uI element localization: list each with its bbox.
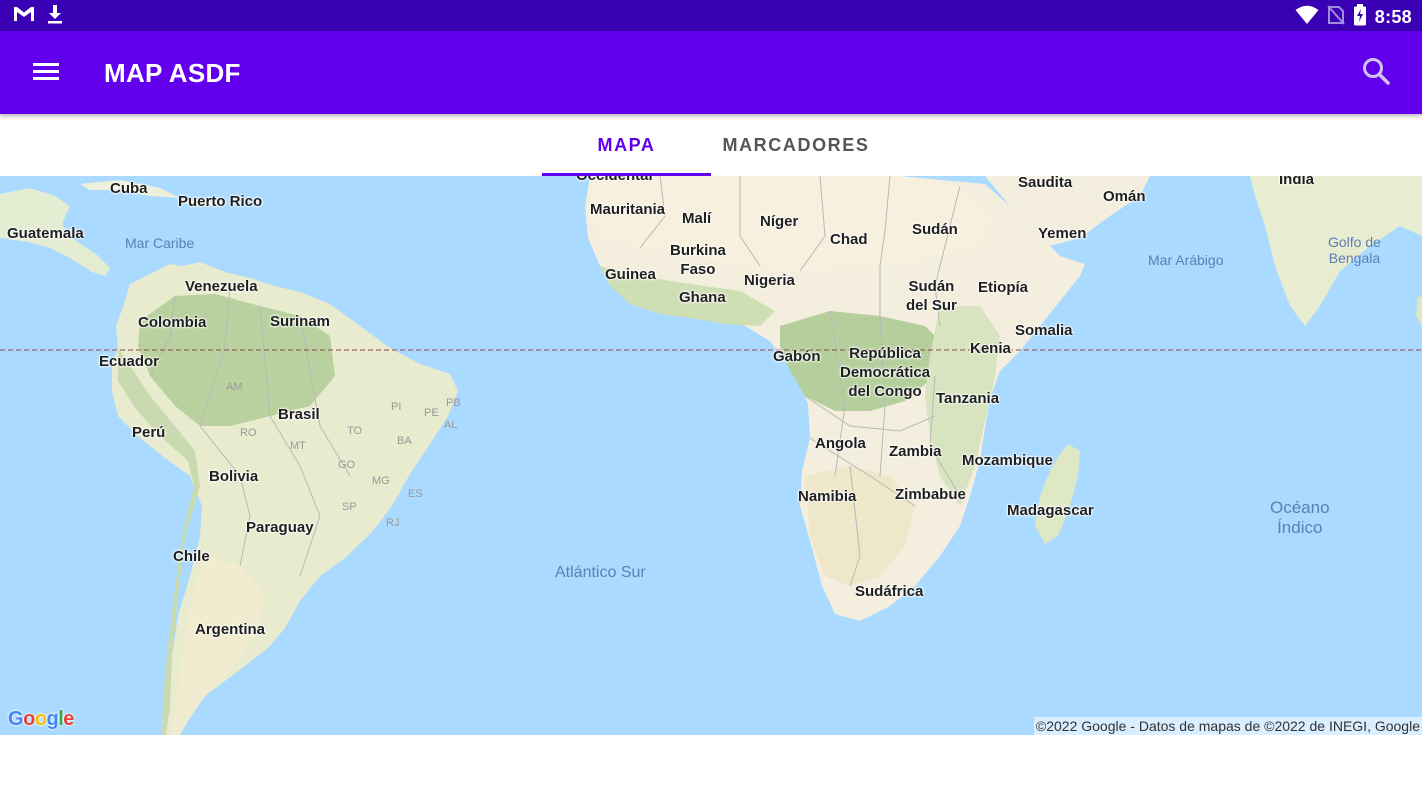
state-code: ES: [408, 488, 423, 500]
sri-lanka: [1416, 296, 1422, 326]
label-zambia: Zambia: [889, 443, 942, 460]
tab-mapa[interactable]: MAPA: [542, 114, 711, 176]
label-namibia: Namibia: [798, 488, 857, 505]
label-mozambique: Mozambique: [962, 452, 1053, 469]
label-oceano-line2: Índico: [1277, 518, 1323, 537]
google-letter-g2: g: [46, 708, 59, 730]
label-rd-congo-line3: del Congo: [848, 383, 922, 400]
label-mar-arabigo: Mar Arábigo: [1148, 252, 1224, 268]
wifi-icon: [1295, 5, 1319, 30]
state-code: PE: [424, 407, 439, 419]
label-chad: Chad: [830, 231, 868, 248]
state-code: TO: [347, 425, 363, 437]
label-guatemala: Guatemala: [7, 225, 84, 242]
state-code: PI: [391, 401, 402, 413]
map-attribution[interactable]: ©2022 Google - Datos de mapas de ©2022 d…: [1033, 717, 1422, 735]
google-letter-g: G: [8, 708, 24, 730]
label-somalia: Somalia: [1015, 322, 1073, 339]
label-rd-congo: República Democrática del Congo: [840, 344, 930, 401]
label-sudafrica: Sudáfrica: [855, 583, 924, 600]
map-view[interactable]: Cuba Puerto Rico Guatemala Venezuela Col…: [0, 176, 1422, 735]
search-button[interactable]: [1352, 51, 1400, 95]
state-code: SP: [342, 501, 357, 513]
label-etiopia: Etiopía: [978, 279, 1029, 296]
hamburger-menu-icon: [33, 61, 59, 86]
label-mali: Malí: [682, 210, 712, 227]
label-india: India: [1279, 176, 1315, 188]
label-puerto-rico: Puerto Rico: [178, 193, 263, 210]
google-logo: Google: [8, 708, 74, 731]
label-chile: Chile: [173, 548, 210, 565]
app-bar: MAP ASDF: [0, 31, 1422, 114]
label-oman: Omán: [1103, 188, 1146, 205]
status-time: 8:58: [1374, 7, 1412, 27]
state-code: MT: [290, 440, 306, 452]
label-madagascar: Madagascar: [1007, 502, 1094, 519]
label-venezuela: Venezuela: [185, 278, 258, 295]
label-guinea: Guinea: [605, 266, 656, 283]
status-bar: 8:58: [0, 0, 1422, 31]
label-sudan: Sudán: [912, 221, 958, 238]
label-occidental: Occidental: [576, 176, 653, 185]
label-burkina-line1: Burkina: [670, 242, 726, 259]
battery-charging-icon: [1353, 4, 1367, 31]
state-code: RJ: [386, 517, 400, 529]
label-paraguay: Paraguay: [246, 519, 314, 536]
status-right-icons: 8:58: [1295, 4, 1412, 31]
state-code: AL: [444, 419, 458, 431]
label-zimbabue: Zimbabue: [895, 486, 966, 503]
label-bolivia: Bolivia: [209, 468, 259, 485]
tab-marcadores[interactable]: MARCADORES: [711, 114, 881, 176]
google-letter-o1: o: [23, 708, 35, 730]
search-icon: [1361, 56, 1391, 91]
label-mar-caribe: Mar Caribe: [125, 235, 195, 251]
label-sudan-del-sur-line1: Sudán: [908, 278, 955, 295]
state-code: AM: [226, 381, 243, 393]
google-letter-o2: o: [34, 708, 47, 730]
label-yemen: Yemen: [1038, 225, 1087, 242]
label-ghana: Ghana: [679, 289, 726, 306]
label-oceano-line1: Océano: [1270, 498, 1330, 517]
label-tanzania: Tanzania: [936, 390, 1000, 407]
label-kenia: Kenia: [970, 340, 1011, 357]
label-golfo-de-bengala: Golfo de Bengala: [1328, 234, 1381, 266]
gmail-icon: [12, 5, 36, 28]
label-saudita: Saudita: [1018, 176, 1073, 191]
label-surinam: Surinam: [270, 313, 331, 330]
label-argentina: Argentina: [195, 621, 266, 638]
label-burkina-faso: Burkina Faso: [670, 241, 726, 279]
label-golfo-line1: Golfo de: [1328, 234, 1381, 250]
label-rd-congo-line1: República: [849, 345, 921, 362]
label-ecuador: Ecuador: [99, 353, 160, 370]
label-atlantico-sur: Atlántico Sur: [555, 564, 646, 581]
tab-bar: MAPA MARCADORES: [0, 114, 1422, 176]
menu-button[interactable]: [20, 51, 72, 95]
label-gabon: Gabón: [773, 348, 821, 365]
state-code: GO: [338, 459, 356, 471]
label-cuba: Cuba: [110, 180, 148, 197]
state-code: MG: [372, 475, 390, 487]
google-letter-e: e: [63, 708, 74, 730]
label-burkina-line2: Faso: [680, 261, 716, 278]
download-icon: [46, 4, 64, 29]
label-rd-congo-line2: Democrática: [840, 364, 931, 381]
no-sim-icon: [1327, 5, 1345, 30]
label-brasil: Brasil: [278, 406, 320, 423]
state-code: RO: [240, 427, 257, 439]
state-code: BA: [397, 435, 412, 447]
label-angola: Angola: [815, 435, 866, 452]
label-colombia: Colombia: [138, 314, 207, 331]
status-left-icons: [12, 4, 64, 29]
label-niger: Níger: [760, 213, 799, 230]
label-golfo-line2: Bengala: [1328, 250, 1381, 266]
label-sudan-del-sur-line2: del Sur: [906, 297, 957, 314]
label-mauritania: Mauritania: [590, 201, 666, 218]
state-code: PB: [446, 397, 461, 409]
label-sudan-del-sur: Sudán del Sur: [906, 277, 957, 315]
label-peru: Perú: [132, 424, 166, 441]
app-title: MAP ASDF: [104, 58, 241, 88]
label-nigeria: Nigeria: [744, 272, 795, 289]
label-oceano-indico: Océano Índico: [1270, 498, 1330, 538]
